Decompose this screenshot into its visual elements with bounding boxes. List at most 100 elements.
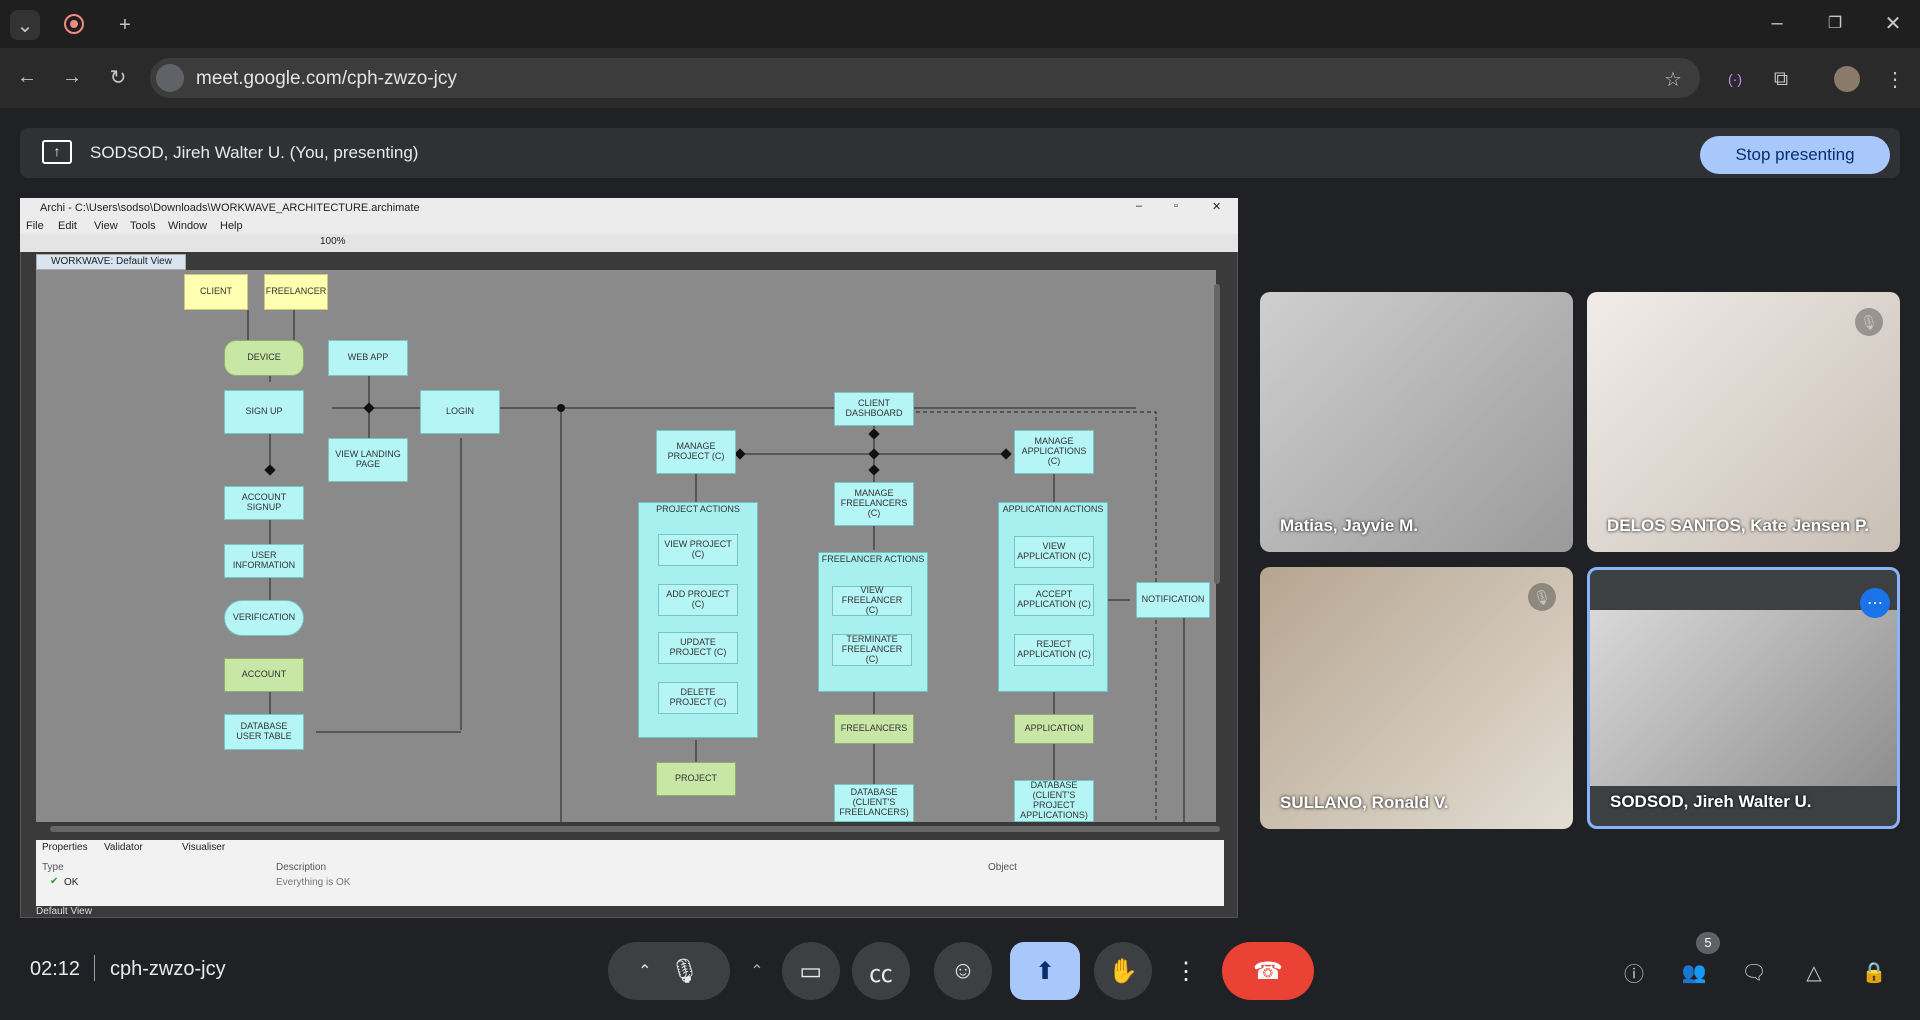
tab-search-button[interactable]: ⌄ <box>10 10 40 40</box>
menu-help: Help <box>220 220 243 232</box>
tab-visualiser: Visualiser <box>182 842 226 853</box>
chevron-up-icon[interactable]: ⌃ <box>750 961 763 981</box>
emoji-icon[interactable]: ☺ <box>934 942 992 1000</box>
archi-title: Archi - C:\Users\sodso\Downloads\WORKWAV… <box>40 202 420 214</box>
col-type: Type <box>42 862 64 873</box>
people-icon[interactable]: 👥 <box>1678 956 1710 988</box>
row-type: OK <box>64 877 79 888</box>
chevron-up-icon[interactable]: ⌃ <box>638 961 651 981</box>
forward-icon[interactable]: → <box>57 62 87 92</box>
node-db-applications: DATABASE (CLIENT'S PROJECT APPLICATIONS) <box>1014 780 1094 822</box>
new-tab-button[interactable]: + <box>110 10 140 40</box>
tab-properties: Properties <box>42 842 88 853</box>
host-controls-icon[interactable]: 🔒 <box>1858 956 1890 988</box>
raise-hand-icon[interactable]: ✋ <box>1094 942 1152 1000</box>
node-view-project: VIEW PROJECT (C) <box>658 534 738 566</box>
participant-name: Matias, Jayvie M. <box>1280 516 1418 535</box>
captions-icon[interactable]: ㏄ <box>852 942 910 1000</box>
node-delete-project: DELETE PROJECT (C) <box>658 682 738 714</box>
menu-tools: Tools <box>130 220 156 232</box>
node-client-dashboard: CLIENT DASHBOARD <box>834 392 914 426</box>
node-freelancers: FREELANCERS <box>834 714 914 744</box>
participant-name: SULLANO, Ronald V. <box>1280 793 1449 812</box>
presenting-banner: ↑ SODSOD, Jireh Walter U. (You, presenti… <box>20 128 1900 178</box>
camera-control[interactable]: ⌃ ▭ <box>730 942 860 1000</box>
diagram-tab: WORKWAVE: Default View <box>36 254 186 270</box>
people-count-badge: 5 <box>1696 932 1720 954</box>
zoom-level: 100% <box>320 236 346 247</box>
recording-tab-icon[interactable] <box>64 14 84 34</box>
archi-minimize-icon: – <box>1136 200 1143 212</box>
archi-restore-icon: ▫ <box>1174 200 1178 212</box>
node-project: PROJECT <box>656 762 736 796</box>
mic-off-icon: 🎙 <box>1855 308 1883 336</box>
canvas-horizontal-scrollbar[interactable] <box>50 826 1220 832</box>
node-login: LOGIN <box>420 390 500 434</box>
minimize-icon[interactable]: – <box>1762 8 1792 38</box>
meeting-time: 02:12 <box>30 958 81 980</box>
node-reject-application: REJECT APPLICATION (C) <box>1014 634 1094 666</box>
back-icon[interactable]: ← <box>12 62 42 92</box>
microphone-icon[interactable]: 🎙 <box>669 957 699 986</box>
participant-tile[interactable]: Matias, Jayvie M. <box>1260 292 1573 552</box>
node-terminate-freelancer: TERMINATE FREELANCER (C) <box>832 634 912 666</box>
menu-edit: Edit <box>58 220 77 232</box>
archi-menubar: File Edit View Tools Window Help <box>20 218 1238 234</box>
present-button[interactable]: ⬆ <box>1010 942 1080 1000</box>
profile-avatar[interactable] <box>1834 66 1860 92</box>
self-tile[interactable]: ⋯ SODSOD, Jireh Walter U. <box>1587 567 1900 829</box>
site-info-icon[interactable] <box>156 64 184 92</box>
camera-icon[interactable]: ▭ <box>781 942 840 1000</box>
url-text[interactable]: meet.google.com/cph-zwzo-jcy <box>196 68 457 90</box>
tab-strip: ⌄ + – ❐ ✕ <box>0 0 1920 48</box>
row-description: Everything is OK <box>276 877 351 888</box>
node-webapp: WEB APP <box>328 340 408 376</box>
node-manage-applications: MANAGE APPLICATIONS (C) <box>1014 430 1094 474</box>
tab-validator: Validator <box>104 842 143 853</box>
node-add-project: ADD PROJECT (C) <box>658 584 738 616</box>
presenting-text: SODSOD, Jireh Walter U. (You, presenting… <box>90 143 419 162</box>
menu-file: File <box>26 220 44 232</box>
node-db-user: DATABASE USER TABLE <box>224 714 304 750</box>
stop-presenting-button[interactable]: Stop presenting <box>1700 136 1890 174</box>
chat-icon[interactable]: 🗨 <box>1738 956 1770 988</box>
node-user-info: USER INFORMATION <box>224 544 304 578</box>
participant-name: DELOS SANTOS, Kate Jensen P. <box>1607 516 1870 535</box>
diagram-canvas: CLIENT FREELANCER DEVICE WEB APP SIGN UP… <box>36 270 1216 822</box>
present-screen-icon: ↑ <box>42 140 72 164</box>
restore-icon[interactable]: ❐ <box>1820 8 1850 38</box>
node-db-freelancers: DATABASE (CLIENT'S FREELANCERS) <box>834 784 914 822</box>
participant-tile[interactable]: 🎙 SULLANO, Ronald V. <box>1260 567 1573 829</box>
validator-panel: Properties Validator Visualiser Type Des… <box>36 840 1224 906</box>
meeting-info-icon[interactable]: ⓘ <box>1618 956 1650 988</box>
meeting-code: cph-zwzo-jcy <box>110 958 226 980</box>
node-notification: NOTIFICATION <box>1136 582 1210 618</box>
self-video <box>1590 610 1897 786</box>
col-object: Object <box>988 862 1017 873</box>
leave-call-button[interactable]: ☎ <box>1222 942 1314 1000</box>
close-window-icon[interactable]: ✕ <box>1878 8 1908 38</box>
node-landing: VIEW LANDING PAGE <box>328 438 408 482</box>
archi-close-icon: ✕ <box>1212 201 1222 213</box>
node-accept-application: ACCEPT APPLICATION (C) <box>1014 584 1094 616</box>
node-view-application: VIEW APPLICATION (C) <box>1014 536 1094 568</box>
node-view-freelancer: VIEW FREELANCER (C) <box>832 585 912 616</box>
node-freelancer: FREELANCER <box>264 274 328 310</box>
ok-check-icon: ✔ <box>50 876 59 887</box>
node-signup: SIGN UP <box>224 390 304 434</box>
reload-icon[interactable]: ↻ <box>103 62 133 92</box>
more-options-icon[interactable]: ⋯ <box>1860 588 1890 618</box>
activities-icon[interactable]: △ <box>1798 956 1830 988</box>
extension-icon[interactable]: (·) <box>1720 64 1750 94</box>
more-options-icon[interactable]: ⋮ <box>1164 942 1208 1000</box>
node-manage-project: MANAGE PROJECT (C) <box>656 430 736 474</box>
mic-off-icon: 🎙 <box>1528 583 1556 611</box>
bookmark-star-icon[interactable]: ☆ <box>1658 64 1688 94</box>
extensions-puzzle-icon[interactable]: ⧉ <box>1766 64 1796 94</box>
node-device: DEVICE <box>224 340 304 376</box>
browser-menu-icon[interactable]: ⋮ <box>1880 64 1910 94</box>
canvas-vertical-scrollbar[interactable] <box>1214 284 1220 584</box>
mic-control[interactable]: ⌃ 🎙 <box>608 942 730 1000</box>
archi-titlebar: Archi - C:\Users\sodso\Downloads\WORKWAV… <box>20 198 1238 218</box>
participant-tile[interactable]: 🎙 DELOS SANTOS, Kate Jensen P. <box>1587 292 1900 552</box>
